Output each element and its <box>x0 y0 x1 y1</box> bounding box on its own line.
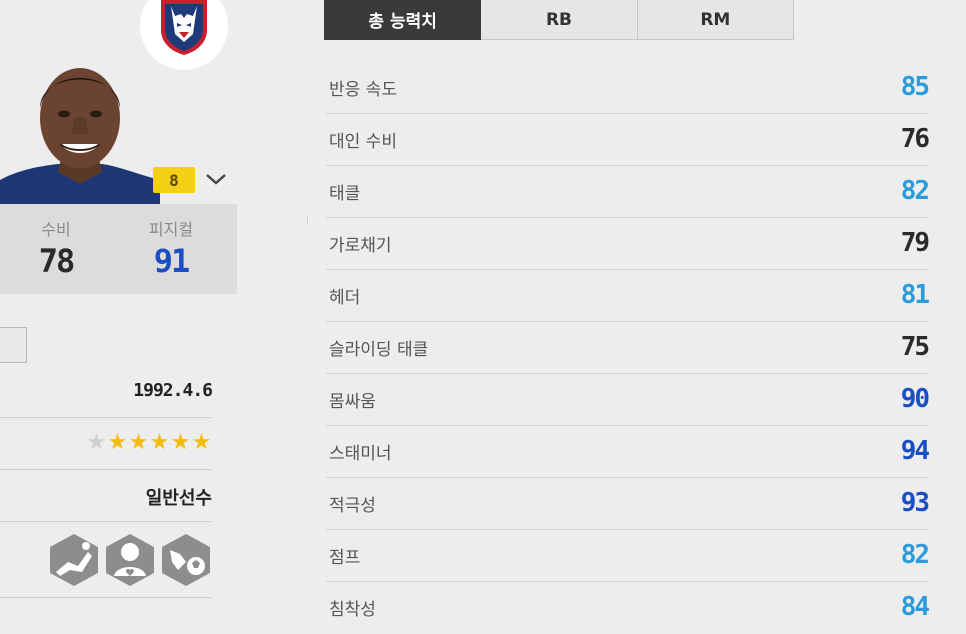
list-item: 대인 수비 76 <box>326 114 930 166</box>
list-item: 반응 속도 85 <box>326 62 930 114</box>
attribute-name: 반응 속도 <box>329 80 397 100</box>
birth-date-row: 1992.4.6 <box>0 366 213 418</box>
star-filled-icon: ★ <box>191 430 212 455</box>
tab-rm[interactable]: RM <box>637 0 794 40</box>
physical-stat: 피지컬 91 <box>131 216 211 280</box>
position-tabs: 총 능력치 RB RM <box>324 0 794 40</box>
stars-row: ★ ★ ★ ★ ★ ★ <box>0 418 212 470</box>
attribute-value: 93 <box>900 488 930 518</box>
team-player-trait-icon[interactable] <box>104 532 156 588</box>
attribute-value: 81 <box>900 280 930 310</box>
sliding-tackle-trait-icon[interactable] <box>48 532 100 588</box>
list-item: 점프 82 <box>326 530 930 582</box>
star-filled-icon: ★ <box>170 430 191 455</box>
star-filled-icon: ★ <box>128 430 149 455</box>
list-item: 헤더 81 <box>326 270 930 322</box>
attribute-name: 슬라이딩 태클 <box>329 340 429 360</box>
ball-winner-trait-icon[interactable] <box>160 532 212 588</box>
list-item: 몸싸움 90 <box>326 374 930 426</box>
defense-stat-value: 78 <box>38 242 76 280</box>
defense-stat: 수비 78 <box>16 216 96 280</box>
tab-overall[interactable]: 총 능력치 <box>324 0 482 40</box>
birth-date: 1992.4.6 <box>133 380 213 401</box>
attribute-name: 헤더 <box>329 288 361 308</box>
list-item: 슬라이딩 태클 75 <box>326 322 930 374</box>
list-item: 적극성 93 <box>326 478 930 530</box>
attribute-name: 대인 수비 <box>329 132 397 152</box>
physical-stat-value: 91 <box>153 242 191 280</box>
traits-row <box>0 522 212 598</box>
option-button[interactable] <box>0 327 27 363</box>
list-item: 태클 82 <box>326 166 930 218</box>
list-item: 침착성 84 <box>326 582 930 634</box>
chevron-down-icon[interactable] <box>204 171 228 187</box>
attribute-value: 76 <box>900 124 930 154</box>
player-photo <box>0 68 160 204</box>
attribute-value: 90 <box>900 384 930 414</box>
player-type: 일반선수 <box>145 488 212 509</box>
star-rating: ★ ★ ★ ★ ★ ★ <box>86 430 212 456</box>
summary-stat-box: 수비 78 피지컬 91 <box>0 204 237 294</box>
attribute-name: 가로채기 <box>329 236 392 256</box>
attribute-list: 반응 속도 85 대인 수비 76 태클 82 가로채기 79 헤더 81 슬라… <box>326 62 930 634</box>
defense-stat-label: 수비 <box>41 220 71 239</box>
attribute-value: 82 <box>900 176 930 206</box>
attribute-value: 75 <box>900 332 930 362</box>
trait-icons <box>48 532 212 588</box>
star-filled-icon: ★ <box>107 430 128 455</box>
attribute-name: 점프 <box>329 548 361 568</box>
enhance-level-badge[interactable]: 8 <box>153 167 195 193</box>
attribute-name: 침착성 <box>329 600 376 620</box>
attribute-value: 82 <box>900 540 930 570</box>
player-type-row: 일반선수 <box>0 470 212 522</box>
tab-rb[interactable]: RB <box>481 0 638 40</box>
star-empty-icon: ★ <box>86 430 107 455</box>
attribute-value: 79 <box>900 228 930 258</box>
list-item: 가로채기 79 <box>326 218 930 270</box>
attribute-value: 94 <box>900 436 930 466</box>
attribute-name: 스태미너 <box>329 444 392 464</box>
attribute-name: 적극성 <box>329 496 376 516</box>
attribute-name: 몸싸움 <box>329 392 376 412</box>
attribute-value: 84 <box>900 592 930 622</box>
divider <box>307 215 308 225</box>
attribute-name: 태클 <box>329 184 361 204</box>
star-filled-icon: ★ <box>149 430 170 455</box>
physical-stat-label: 피지컬 <box>148 220 194 239</box>
list-item: 스태미너 94 <box>326 426 930 478</box>
attribute-value: 85 <box>900 72 930 102</box>
